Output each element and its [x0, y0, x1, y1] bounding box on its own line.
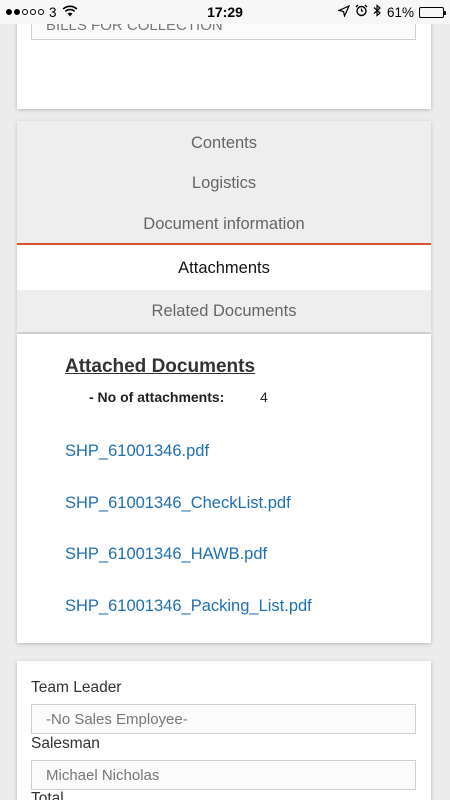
- bluetooth-icon: [373, 4, 382, 20]
- salesman-field[interactable]: Michael Nicholas: [31, 760, 416, 790]
- location-icon: [337, 4, 351, 20]
- attachment-list: SHP_61001346.pdf SHP_61001346_CheckList.…: [65, 442, 312, 648]
- wifi-icon: [62, 5, 78, 20]
- tab-logistics[interactable]: Logistics: [17, 162, 431, 204]
- salesman-label: Salesman: [31, 735, 100, 752]
- list-item: SHP_61001346_CheckList.pdf: [65, 494, 312, 546]
- signal-dots-icon: [6, 9, 44, 15]
- status-right: 61%: [337, 4, 446, 20]
- tab-attachments[interactable]: Attachments: [17, 245, 431, 290]
- team-leader-field[interactable]: -No Sales Employee-: [31, 704, 416, 734]
- tab-document-information[interactable]: Document information: [17, 204, 431, 245]
- attachments-title: Attached Documents: [65, 356, 256, 377]
- total-label: Total: [31, 790, 64, 800]
- carrier-name: 3: [49, 4, 57, 20]
- attachment-count-label: - No of attachments:: [89, 389, 225, 405]
- team-leader-label: Team Leader: [31, 679, 122, 696]
- attachment-link[interactable]: SHP_61001346_CheckList.pdf: [65, 494, 291, 512]
- status-bar: 3 17:29 61%: [0, 0, 450, 24]
- attachment-link[interactable]: SHP_61001346_Packing_List.pdf: [65, 597, 312, 615]
- attachments-panel: Attached Documents - No of attachments: …: [17, 334, 431, 643]
- attachment-link[interactable]: SHP_61001346.pdf: [65, 442, 209, 460]
- sales-card: Team Leader -No Sales Employee- Salesman…: [17, 661, 431, 800]
- tab-contents[interactable]: Contents: [17, 121, 431, 162]
- attachment-link[interactable]: SHP_61001346_HAWB.pdf: [65, 545, 267, 563]
- tab-related-documents[interactable]: Related Documents: [17, 290, 431, 332]
- status-left: 3: [6, 5, 78, 20]
- list-item: SHP_61001346.pdf: [65, 442, 312, 494]
- alarm-icon: [355, 4, 368, 20]
- battery-percent: 61%: [386, 4, 414, 20]
- section-tabs: Contents Logistics Document information …: [17, 121, 431, 332]
- attachment-count-value: 4: [260, 389, 268, 405]
- list-item: SHP_61001346_HAWB.pdf: [65, 545, 312, 597]
- list-item: SHP_61001346_Packing_List.pdf: [65, 597, 312, 649]
- battery-icon: [419, 6, 446, 18]
